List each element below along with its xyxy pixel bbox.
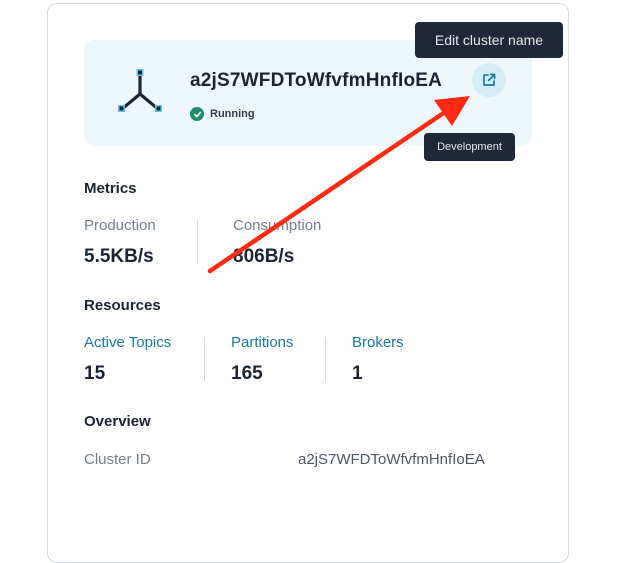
- environment-tooltip: Development: [424, 133, 515, 161]
- metrics-divider: [197, 220, 198, 264]
- edit-cluster-name-tooltip: Edit cluster name: [415, 22, 563, 58]
- production-label: Production: [84, 217, 156, 234]
- status-text: Running: [210, 108, 255, 120]
- active-topics-link[interactable]: Active Topics: [84, 334, 171, 351]
- cluster-logo-icon: [118, 69, 162, 112]
- resources-divider-2: [325, 337, 326, 381]
- check-circle-icon: [190, 107, 204, 121]
- cluster-id-label: Cluster ID: [84, 451, 151, 468]
- edit-cluster-name-button[interactable]: [472, 63, 506, 97]
- resources-divider-1: [204, 337, 205, 381]
- metrics-title: Metrics: [84, 180, 137, 197]
- cluster-name: a2jS7WFDToWfvfmHnfIoEA: [190, 70, 443, 91]
- cluster-id-value: a2jS7WFDToWfvfmHnfIoEA: [298, 451, 485, 468]
- external-edit-icon: [483, 73, 496, 86]
- production-value: 5.5KB/s: [84, 246, 154, 267]
- brokers-link[interactable]: Brokers: [352, 334, 404, 351]
- consumption-value: 806B/s: [233, 246, 295, 267]
- active-topics-value: 15: [84, 363, 106, 384]
- resources-title: Resources: [84, 297, 161, 314]
- brokers-value: 1: [352, 363, 363, 384]
- partitions-link[interactable]: Partitions: [231, 334, 294, 351]
- consumption-label: Consumption: [233, 217, 322, 234]
- status-badge: Running: [190, 107, 255, 121]
- overview-title: Overview: [84, 413, 151, 430]
- partitions-value: 165: [231, 363, 263, 384]
